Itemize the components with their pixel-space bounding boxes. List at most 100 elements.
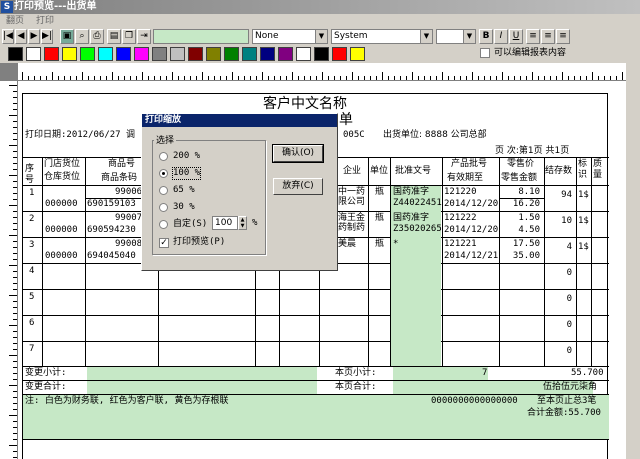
row-expiry: 2014/12/20 [444,199,499,209]
size-select[interactable]: ▼ [436,29,476,44]
color-swatch[interactable] [152,47,167,61]
color-swatch[interactable] [26,47,41,61]
color-swatch[interactable] [350,47,365,61]
radio-200[interactable] [159,152,168,161]
color-swatch[interactable] [116,47,131,61]
toolbar: |◀ ◀ ▶ ▶| ▣ ⌕ ⎙ ▤ ❐ ⇥ None ▼ System ▼ ▼ B … [0,28,640,45]
chevron-down-icon[interactable]: ▼ [315,30,327,43]
prev-page-icon[interactable]: ◀ [15,29,27,44]
report-title: 客户中文名称 [263,96,347,112]
custom-zoom-input[interactable]: 100 [212,216,238,230]
menu-page[interactable]: 翻页 [0,14,30,28]
align-center-icon[interactable]: ≡ [541,29,555,44]
row-approval-line2: Z35020265 [393,224,442,234]
row-stock: 0 [566,320,572,330]
color-swatch[interactable] [314,47,329,61]
window-title: 打印预览---出货单 [14,1,97,12]
report-subtitle: 单 [339,112,353,128]
col-approval: 批准文号 [395,166,432,176]
vertical-ruler [0,81,18,459]
zoom-spinner[interactable]: ▲ ▼ [238,216,247,230]
export-icon[interactable]: ⇥ [137,29,151,44]
zoom-icon[interactable]: ⌕ [75,29,89,44]
color-swatch[interactable] [206,47,221,61]
font-select[interactable] [153,29,249,44]
radio-custom[interactable] [159,220,168,229]
color-swatch[interactable] [80,47,95,61]
page-subtotal-qty: 7 [482,368,488,378]
col-retail: 零售价 [507,159,535,169]
align-left-icon[interactable]: ≡ [526,29,540,44]
color-swatch[interactable] [170,47,185,61]
row-wh-loc: 000000 [45,225,78,235]
row-company: 美晨 [338,239,357,249]
row-barcode: 690159103 [87,199,136,209]
next-page-icon[interactable]: ▶ [28,29,40,44]
row-stock: 0 [566,268,572,278]
col-seq: 序号 [25,164,35,185]
row-approval: 国药准字 [393,187,430,197]
cancel-button[interactable]: 放弃(C) [273,178,323,195]
color-swatch[interactable] [260,47,275,61]
ship-unit: 出货单位: 8888 公司总部 [383,130,487,140]
dialog-title: 打印缩放 [142,114,337,127]
preview-checkbox[interactable]: ✓ [159,238,169,248]
underline-button[interactable]: U [509,29,523,44]
chevron-down-icon[interactable]: ▼ [463,30,475,43]
copy-icon[interactable]: ❐ [122,29,136,44]
preview-label: 打印预览(P) [173,237,226,247]
col-mark: 标识 [578,159,588,180]
color-swatch[interactable] [224,47,239,61]
color-swatch[interactable] [62,47,77,61]
total-amount: 合计金额:55.700 [527,408,601,418]
row-stock: 10 [561,216,572,226]
row-seq: 4 [29,266,35,276]
row-stock: 0 [566,294,572,304]
font-name-select[interactable]: System ▼ [331,29,433,44]
color-swatch[interactable] [8,47,23,61]
radio-30[interactable] [159,203,168,212]
radio-65[interactable] [159,186,168,195]
row-amount: 35.00 [512,251,540,261]
row-mark: 1$ [578,242,589,252]
row-mark: 1$ [578,190,589,200]
row-mark: 1$ [578,216,589,226]
radio-100[interactable] [159,169,168,178]
page-info: 页 次:第1页 共1页 [495,146,570,156]
chevron-down-icon[interactable]: ▼ [420,30,432,43]
print-date: 打印日期:2012/06/27 调 [25,130,136,140]
color-swatch[interactable] [242,47,257,61]
row-company-line2: 药制药 [338,223,366,233]
color-swatch[interactable] [98,47,113,61]
row-stock: 94 [561,190,572,200]
row-barcode: 690594230 [87,225,136,235]
color-swatch[interactable] [134,47,149,61]
color-swatch[interactable] [188,47,203,61]
row-unit: 瓶 [375,213,385,223]
last-page-icon[interactable]: ▶| [41,29,53,44]
row-company-line2: 限公司 [338,197,366,207]
editable-checkbox[interactable] [480,48,490,58]
row-price: 8.10 [518,187,540,197]
color-swatch[interactable] [332,47,347,61]
color-swatch[interactable] [278,47,293,61]
color-swatch[interactable] [296,47,311,61]
italic-button[interactable]: I [494,29,508,44]
col-expiry: 有效期至 [447,173,484,183]
align-right-icon[interactable]: ≡ [556,29,570,44]
save-icon[interactable]: ▤ [107,29,121,44]
print-zoom-dialog: 打印缩放 选择 200 % 100 % 65 % 30 % 自定(S) 100 … [141,113,338,271]
horizontal-ruler [18,63,626,81]
bold-button[interactable]: B [479,29,493,44]
printer-icon[interactable]: ⎙ [90,29,104,44]
image-icon[interactable]: ▣ [60,29,74,44]
row-batch: 121221 [444,239,477,249]
row-approval-line2: Z44022451 [393,198,442,208]
ok-button[interactable]: 确认(O) [272,144,324,163]
first-page-icon[interactable]: |◀ [2,29,14,44]
menu-print[interactable]: 打印 [30,14,60,28]
color-swatch[interactable] [44,47,59,61]
row-seq: 7 [29,344,35,354]
style-select[interactable]: None ▼ [252,29,328,44]
vertical-scrollbar[interactable] [626,63,640,459]
